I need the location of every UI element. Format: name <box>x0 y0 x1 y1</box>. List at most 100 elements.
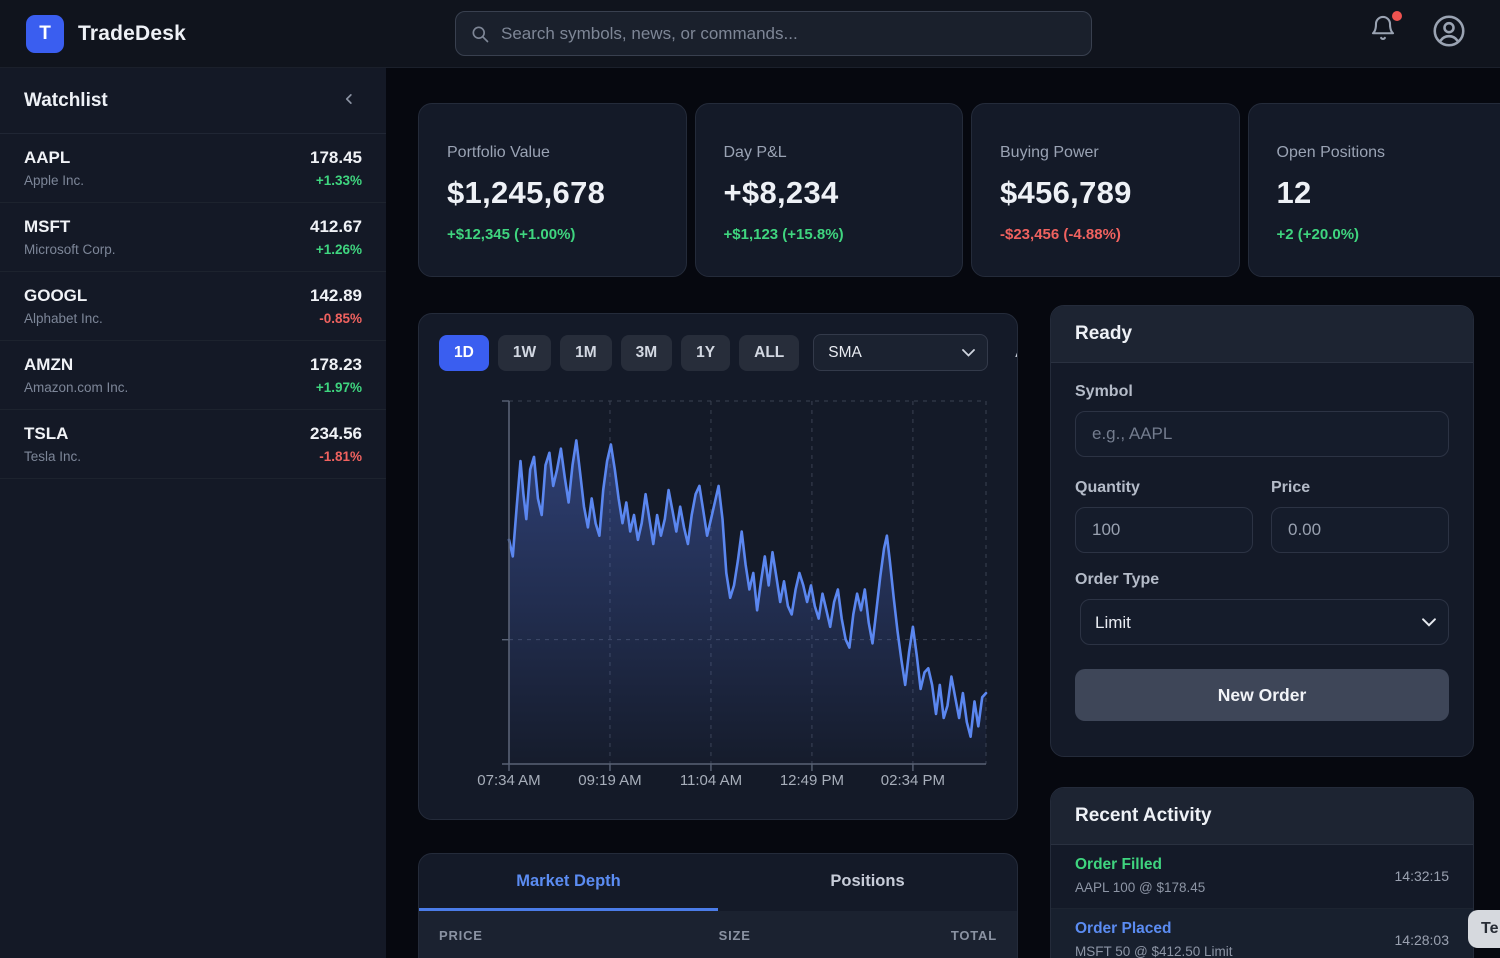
topbar: T TradeDesk <box>0 0 1500 68</box>
activity-event: Order Filled <box>1075 856 1205 874</box>
search-icon <box>470 24 490 44</box>
watchlist-price: 234.56 <box>310 424 362 444</box>
watchlist-symbol: GOOGL <box>24 286 103 306</box>
search-bar[interactable] <box>455 11 1092 56</box>
sidebar-collapse-button[interactable] <box>336 86 362 115</box>
range-button[interactable]: 1D <box>439 335 489 371</box>
order-status: Ready <box>1051 306 1473 363</box>
depth-panel: Market Depth Positions PRICE SIZE TOTAL <box>418 853 1018 958</box>
watchlist-company: Amazon.com Inc. <box>24 380 128 395</box>
x-tick-label: 07:34 AM <box>459 772 559 789</box>
watchlist-price: 178.45 <box>310 148 362 168</box>
watchlist-header: Watchlist <box>0 68 386 134</box>
watchlist-item[interactable]: TSLA Tesla Inc. 234.56 -1.81% <box>0 410 386 479</box>
activity-time: 14:28:03 <box>1395 932 1450 948</box>
depth-tabs: Market Depth Positions <box>419 854 1017 911</box>
stat-value: $456,789 <box>1000 175 1211 211</box>
activity-detail: MSFT 50 @ $412.50 Limit <box>1075 944 1233 958</box>
depth-tab[interactable]: Positions <box>718 854 1017 911</box>
watchlist-symbol: AMZN <box>24 355 128 375</box>
chart-panel: 1D 1W 1M 3M 1Y ALL SMA <box>418 313 1018 820</box>
stat-card: Open Positions 12 +2 (+20.0%) <box>1248 103 1500 277</box>
stat-card: Day P&L +$8,234 +$1,123 (+15.8%) <box>695 103 964 277</box>
quantity-label: Quantity <box>1075 479 1253 497</box>
activity-detail: AAPL 100 @ $178.45 <box>1075 880 1205 895</box>
activity-list: Order Filled AAPL 100 @ $178.45 14:32:15… <box>1051 845 1473 958</box>
app-logo-letter: T <box>39 23 51 45</box>
price-input[interactable] <box>1271 507 1449 553</box>
activity-time: 14:32:15 <box>1395 868 1450 884</box>
stat-change: +$12,345 (+1.00%) <box>447 226 658 243</box>
stat-value: 12 <box>1277 175 1488 211</box>
watchlist-company: Tesla Inc. <box>24 449 81 464</box>
watchlist-change: -1.81% <box>310 449 362 464</box>
depth-table-header: PRICE SIZE TOTAL <box>419 911 1017 958</box>
stat-card: Buying Power $456,789 -$23,456 (-4.88%) <box>971 103 1240 277</box>
watchlist-price: 412.67 <box>310 217 362 237</box>
watchlist-company: Microsoft Corp. <box>24 242 116 257</box>
stat-card: Portfolio Value $1,245,678 +$12,345 (+1.… <box>418 103 687 277</box>
stat-value: $1,245,678 <box>447 175 658 211</box>
stat-label: Portfolio Value <box>447 144 658 162</box>
watchlist-item[interactable]: AAPL Apple Inc. 178.45 +1.33% <box>0 134 386 203</box>
column-size: SIZE <box>662 928 807 943</box>
chevron-left-icon <box>340 90 358 108</box>
clipped-toast: Te <box>1468 910 1500 948</box>
x-axis-labels: 07:34 AM09:19 AM11:04 AM12:49 PM02:34 PM <box>509 772 986 792</box>
watchlist-company: Alphabet Inc. <box>24 311 103 326</box>
range-button[interactable]: ALL <box>739 335 799 371</box>
depth-tab[interactable]: Market Depth <box>419 854 718 911</box>
column-price: PRICE <box>439 928 662 943</box>
activity-item: Order Placed MSFT 50 @ $412.50 Limit 14:… <box>1051 909 1473 958</box>
watchlist-symbol: AAPL <box>24 148 84 168</box>
watchlist-company: Apple Inc. <box>24 173 84 188</box>
notification-dot <box>1392 11 1402 21</box>
x-tick-label: 02:34 PM <box>863 772 963 789</box>
column-total: TOTAL <box>807 928 997 943</box>
stat-label: Open Positions <box>1277 144 1488 162</box>
watchlist-symbol: TSLA <box>24 424 81 444</box>
app-name: TradeDesk <box>78 22 186 46</box>
activity-event: Order Placed <box>1075 920 1233 938</box>
x-tick-label: 09:19 AM <box>560 772 660 789</box>
activity-item: Order Filled AAPL 100 @ $178.45 14:32:15 <box>1051 845 1473 909</box>
account-button[interactable] <box>1431 13 1467 52</box>
watchlist-change: +1.97% <box>310 380 362 395</box>
watchlist-change: +1.33% <box>310 173 362 188</box>
watchlist-item[interactable]: AMZN Amazon.com Inc. 178.23 +1.97% <box>0 341 386 410</box>
symbol-input[interactable] <box>1075 411 1449 457</box>
stat-label: Buying Power <box>1000 144 1211 162</box>
order-type-label: Order Type <box>1075 571 1449 589</box>
range-button[interactable]: 1W <box>498 335 551 371</box>
activity-panel: Recent Activity Order Filled AAPL 100 @ … <box>1050 787 1474 958</box>
stat-change: -$23,456 (-4.88%) <box>1000 226 1211 243</box>
range-button[interactable]: 3M <box>621 335 673 371</box>
price-chart <box>509 401 986 764</box>
indicator-select[interactable]: SMA <box>813 334 988 371</box>
new-order-button[interactable]: New Order <box>1075 669 1449 721</box>
stat-cards: Portfolio Value $1,245,678 +$12,345 (+1.… <box>418 103 1500 277</box>
watchlist-symbol: MSFT <box>24 217 116 237</box>
quantity-input[interactable] <box>1075 507 1253 553</box>
x-tick-label: 11:04 AM <box>661 772 761 789</box>
symbol-label: Symbol <box>1075 383 1449 401</box>
order-type-select[interactable]: Limit <box>1080 599 1449 645</box>
stat-change: +$1,123 (+15.8%) <box>724 226 935 243</box>
notifications-button[interactable] <box>1369 14 1397 45</box>
search-input[interactable] <box>501 24 1077 44</box>
range-button[interactable]: 1Y <box>681 335 730 371</box>
watchlist-item[interactable]: GOOGL Alphabet Inc. 142.89 -0.85% <box>0 272 386 341</box>
app-logo: T <box>26 15 64 53</box>
chart-toolbar: 1D 1W 1M 3M 1Y ALL SMA <box>419 314 1018 391</box>
toast-text: Te <box>1481 920 1498 938</box>
range-button[interactable]: 1M <box>560 335 612 371</box>
watchlist-item[interactable]: MSFT Microsoft Corp. 412.67 +1.26% <box>0 203 386 272</box>
order-panel: Ready Symbol Quantity Price Order Type L… <box>1050 305 1474 757</box>
stat-change: +2 (+20.0%) <box>1277 226 1488 243</box>
annotate-button[interactable]: Annotate <box>1015 344 1018 362</box>
watchlist: AAPL Apple Inc. 178.45 +1.33% MSFT Micro… <box>0 134 386 479</box>
avatar-icon <box>1431 13 1467 49</box>
watchlist-title: Watchlist <box>24 90 108 112</box>
watchlist-price: 142.89 <box>310 286 362 306</box>
x-tick-label: 12:49 PM <box>762 772 862 789</box>
